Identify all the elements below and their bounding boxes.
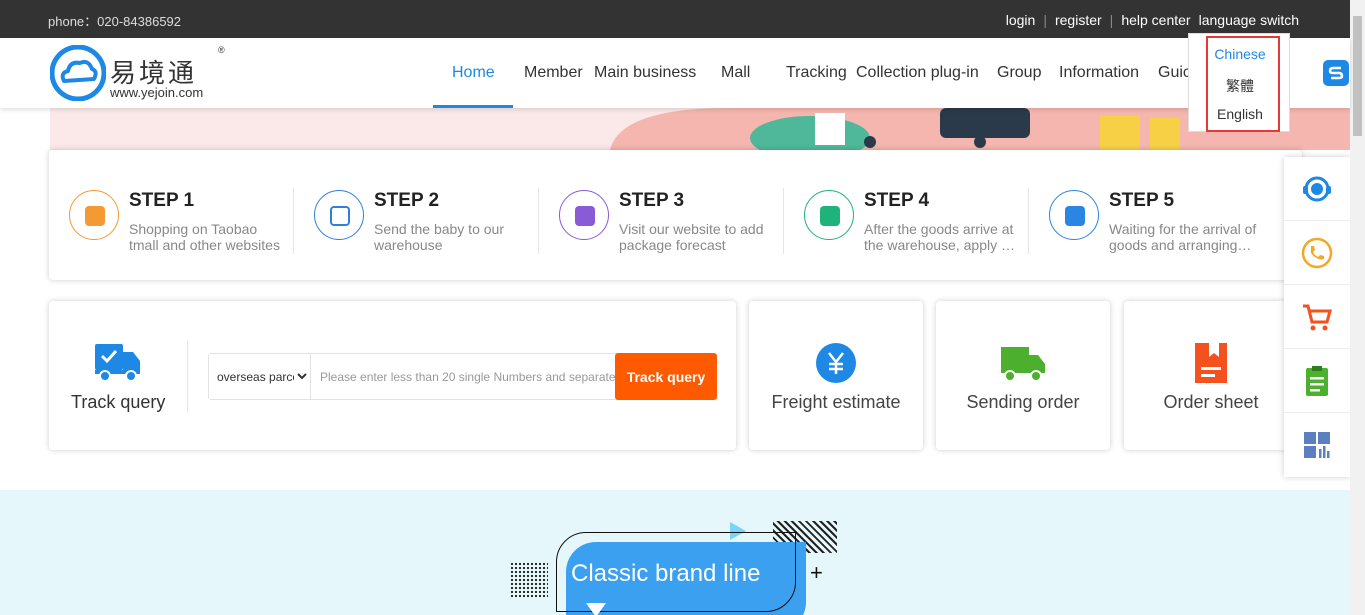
dots-decoration (510, 562, 548, 598)
sidebar-clipboard[interactable] (1284, 349, 1350, 413)
sidebar-qr-code[interactable] (1284, 413, 1350, 477)
customer-service-icon (1303, 176, 1331, 202)
bookmark-sheet-icon (1195, 343, 1227, 383)
language-switch-link[interactable]: language switch (1199, 12, 1299, 28)
phone-number: phone：020-84386592 (48, 14, 182, 29)
sidebar-cart[interactable] (1284, 285, 1350, 349)
nav-main-business[interactable]: Main business (594, 64, 696, 82)
lang-option-chinese[interactable]: Chinese (1189, 46, 1291, 62)
scrollbar-thumb[interactable] (1353, 16, 1362, 136)
nav-information[interactable]: Information (1059, 64, 1139, 82)
cloud-logo-icon (50, 45, 106, 101)
step-title: STEP 4 (864, 190, 930, 211)
track-form: overseas parcel Track query (208, 353, 717, 400)
divider (538, 188, 539, 254)
step-desc: Shopping on Taobao tmall and other websit… (129, 221, 280, 253)
active-nav-underline (433, 105, 513, 108)
separator: | (1109, 12, 1114, 28)
nav-member[interactable]: Member (524, 64, 583, 82)
service-label: Sending order (966, 392, 1080, 412)
app-float-icon[interactable] (1323, 60, 1349, 86)
page-scrollbar[interactable] (1350, 0, 1365, 615)
site-logo[interactable]: 易境通 ® www.yejoin.com (50, 43, 230, 101)
registered-mark: ® (218, 45, 225, 55)
login-link[interactable]: login (1006, 12, 1036, 28)
step-desc: Waiting for the arrival of goods and arra… (1109, 221, 1257, 253)
divider (1028, 188, 1029, 254)
delivery-truck-icon (1001, 347, 1045, 382)
language-dropdown: Chinese 繁體 English (1188, 33, 1290, 132)
lang-option-english[interactable]: English (1189, 106, 1291, 122)
clipboard-check-icon (1049, 190, 1099, 240)
brand-heading: Classic brand line (571, 560, 761, 587)
shopping-cart-icon (1303, 304, 1332, 331)
top-bar: phone：020-84386592 login | register | he… (0, 0, 1350, 38)
step-desc: After the goods arrive at the warehouse, … (864, 221, 1015, 253)
step-title: STEP 3 (619, 190, 685, 211)
divider (783, 188, 784, 254)
banner-illustration (610, 108, 1350, 150)
plus-decoration: + (810, 560, 823, 585)
divider (293, 188, 294, 254)
help-center-link[interactable]: help center (1121, 12, 1190, 28)
step-title: STEP 2 (374, 190, 440, 211)
nav-collection-plugin[interactable]: Collection plug-in (856, 64, 979, 82)
edit-form-icon (314, 190, 364, 240)
parcel-type-select[interactable]: overseas parcel (209, 354, 311, 399)
shopping-bag-icon (69, 190, 119, 240)
hero-banner[interactable] (50, 108, 1350, 150)
main-header: 易境通 ® www.yejoin.com Home Member Main bu… (0, 38, 1350, 108)
track-query-button[interactable]: Track query (615, 353, 717, 400)
separator: | (1043, 12, 1047, 28)
phone-icon (1301, 237, 1333, 269)
sidebar-customer-service[interactable] (1284, 157, 1350, 221)
steps-panel: STEP 1 Shopping on Taobao tmall and other… (49, 150, 1302, 280)
nav-mall[interactable]: Mall (721, 64, 750, 82)
brand-section: Classic brand line + (0, 490, 1350, 615)
triangle-decoration (586, 603, 606, 615)
sidebar-phone[interactable] (1284, 221, 1350, 285)
clipboard-icon (1306, 366, 1328, 396)
track-query-label: Track query (71, 392, 166, 412)
top-links: login | register | help center language … (1006, 12, 1299, 28)
nav-tracking[interactable]: Tracking (786, 64, 847, 82)
floating-sidebar (1284, 157, 1350, 477)
step-desc: Visit our website to add package forecast (619, 221, 764, 253)
service-label: Freight estimate (771, 392, 901, 412)
service-label: Order sheet (1163, 392, 1259, 412)
step-title: STEP 5 (1109, 190, 1175, 211)
qr-grid-icon (1304, 432, 1330, 458)
track-query-panel: Track query overseas parcel Track query (49, 301, 736, 450)
register-link[interactable]: register (1055, 12, 1102, 28)
divider (187, 341, 188, 413)
truck-check-icon (95, 344, 140, 382)
freight-estimate-card[interactable]: Freight estimate (749, 301, 923, 450)
order-sheet-card[interactable]: Order sheet (1124, 301, 1298, 450)
tracking-number-input[interactable] (311, 354, 615, 399)
s-logo-icon (1328, 66, 1344, 80)
step-desc: Send the baby to our warehouse (374, 221, 504, 253)
warehouse-truck-icon (804, 190, 854, 240)
step-title: STEP 1 (129, 190, 195, 211)
wallet-icon (559, 190, 609, 240)
nav-group[interactable]: Group (997, 64, 1041, 82)
nav-guide[interactable]: Guic (1158, 64, 1191, 82)
nav-home[interactable]: Home (452, 64, 495, 82)
sending-order-card[interactable]: Sending order (936, 301, 1110, 450)
logo-url: www.yejoin.com (110, 85, 204, 100)
yen-coin-icon (816, 343, 856, 383)
lang-option-traditional[interactable]: 繁體 (1189, 76, 1291, 96)
